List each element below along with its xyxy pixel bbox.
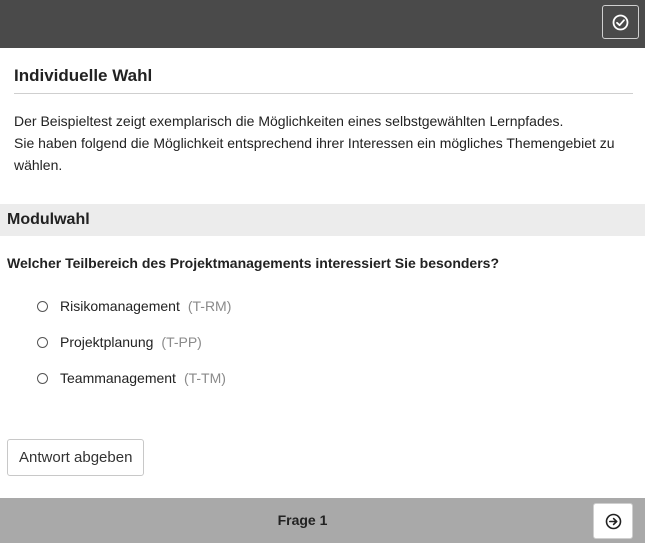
next-question-button[interactable] xyxy=(593,503,633,539)
finish-button[interactable] xyxy=(602,5,639,39)
arrow-right-circle-icon xyxy=(605,513,621,529)
option-code: (T-PP) xyxy=(161,334,202,350)
question-counter: Frage 1 xyxy=(277,512,328,528)
intro-text: Der Beispieltest zeigt exemplarisch die … xyxy=(14,110,639,176)
option-label: Projektplanung xyxy=(60,334,154,350)
question-text: Welcher Teilbereich des Projektmanagemen… xyxy=(7,255,500,271)
section-title: Individuelle Wahl xyxy=(14,66,153,85)
intro-line-1: Der Beispieltest zeigt exemplarisch die … xyxy=(14,113,564,129)
option-code: (T-TM) xyxy=(183,370,226,386)
option-label: Teammanagement xyxy=(60,370,176,386)
intro-line-2: Sie haben folgend die Möglichkeit entspr… xyxy=(14,135,615,173)
radio-button[interactable] xyxy=(37,300,48,312)
option-risikomanagement[interactable]: Risikomanagement (T-RM) xyxy=(37,296,231,316)
check-circle-icon xyxy=(612,14,629,30)
option-teammanagement[interactable]: Teammanagement (T-TM) xyxy=(37,368,226,388)
title-divider xyxy=(14,93,633,94)
module-header: Modulwahl xyxy=(0,204,645,236)
option-projektplanung[interactable]: Projektplanung (T-PP) xyxy=(37,332,202,352)
submit-answer-button[interactable]: Antwort abgeben xyxy=(7,439,145,476)
module-title: Modulwahl xyxy=(7,211,90,228)
radio-button[interactable] xyxy=(37,336,48,348)
radio-button[interactable] xyxy=(37,372,48,384)
top-bar xyxy=(0,0,645,48)
option-code: (T-RM) xyxy=(187,298,232,314)
option-label: Risikomanagement xyxy=(60,298,180,314)
footer-bar: Frage 1 xyxy=(0,498,645,543)
